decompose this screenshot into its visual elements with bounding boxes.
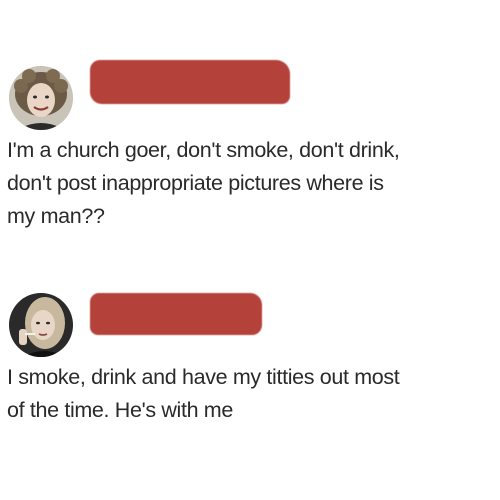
post: I smoke, drink and have my titties out m…	[0, 283, 500, 427]
post-header	[0, 56, 500, 130]
avatar[interactable]	[9, 293, 73, 357]
post: I'm a church goer, don't smoke, don't dr…	[0, 56, 500, 233]
woman-portrait-icon	[9, 66, 73, 130]
redacted-username	[90, 60, 290, 104]
woman-smoking-portrait-icon	[9, 293, 73, 357]
post-header	[0, 283, 500, 357]
avatar[interactable]	[9, 66, 73, 130]
redacted-username	[90, 293, 262, 335]
post-text: I smoke, drink and have my titties out m…	[7, 365, 400, 422]
post-text: I'm a church goer, don't smoke, don't dr…	[7, 138, 400, 228]
